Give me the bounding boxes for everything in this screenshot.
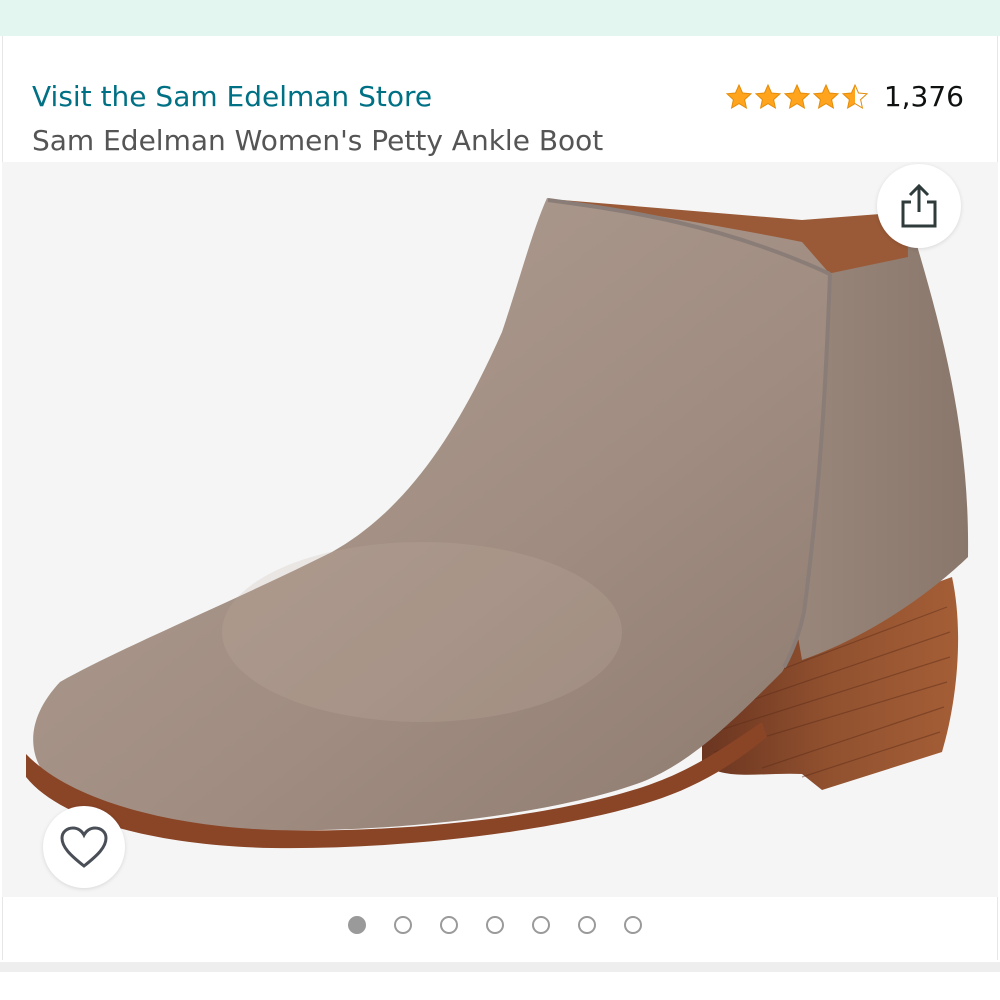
store-link[interactable]: Visit the Sam Edelman Store: [32, 80, 432, 113]
carousel-dot[interactable]: [486, 916, 504, 934]
top-banner: [0, 0, 1000, 36]
section-divider: [0, 962, 1000, 972]
carousel-dot[interactable]: [348, 916, 366, 934]
carousel-dot[interactable]: [578, 916, 596, 934]
share-button[interactable]: [877, 164, 961, 248]
image-carousel-dots: [348, 916, 670, 934]
star-full-icon: [783, 83, 811, 109]
rating-count[interactable]: 1,376: [884, 80, 964, 113]
add-to-wishlist-button[interactable]: [43, 806, 125, 888]
share-icon: [901, 183, 937, 228]
star-rating: [725, 83, 870, 111]
carousel-dot[interactable]: [440, 916, 458, 934]
star-full-icon: [725, 83, 753, 109]
carousel-dot[interactable]: [624, 916, 642, 934]
carousel-dot[interactable]: [394, 916, 412, 934]
heart-outline-icon: [60, 826, 108, 868]
ankle-boot-image: [26, 198, 969, 849]
star-half-icon: [841, 83, 869, 109]
rating-summary[interactable]: 1,376: [725, 80, 964, 113]
carousel-dot[interactable]: [532, 916, 550, 934]
product-image[interactable]: [2, 162, 998, 897]
star-full-icon: [812, 83, 840, 109]
product-title: Sam Edelman Women's Petty Ankle Boot: [32, 124, 604, 157]
star-full-icon: [754, 83, 782, 109]
